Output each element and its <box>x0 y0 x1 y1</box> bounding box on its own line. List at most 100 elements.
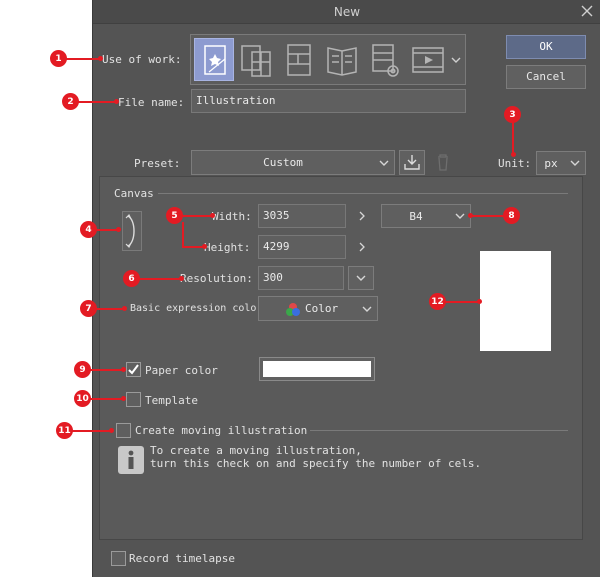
file-name-input[interactable]: Illustration <box>191 89 466 113</box>
rotate-orientation-icon <box>125 213 135 249</box>
chevron-down-icon <box>570 160 580 166</box>
annotation-dot <box>116 227 121 232</box>
resolution-input[interactable]: 300 <box>258 266 344 290</box>
paper-color-label: Paper color <box>145 364 218 377</box>
work-type-illustration[interactable] <box>194 38 234 81</box>
moving-info-line1: To create a moving illustration, <box>150 444 362 457</box>
book-icon <box>327 47 357 76</box>
checkmark-icon <box>128 364 139 375</box>
annotation-line <box>96 308 124 310</box>
expression-color-select[interactable]: Color <box>258 296 378 321</box>
size-preset-select[interactable]: B4 <box>381 204 471 228</box>
preset-value: Custom <box>263 156 303 169</box>
annotation-dot <box>98 56 103 61</box>
custom-settings-icon <box>372 44 399 77</box>
work-type-comic[interactable] <box>236 38 276 81</box>
section-divider <box>158 193 568 194</box>
file-name-label: File name: <box>118 96 185 109</box>
annotation-marker-5: 5 <box>166 207 183 224</box>
title-bar: New <box>93 0 600 24</box>
annotation-marker-3: 3 <box>504 106 521 123</box>
annotation-dot <box>210 213 215 218</box>
work-type-book[interactable] <box>322 38 362 81</box>
annotation-dot <box>477 299 482 304</box>
orientation-toggle[interactable] <box>122 211 142 251</box>
annotation-marker-11: 11 <box>56 422 73 439</box>
illustration-icon <box>204 45 226 75</box>
chevron-down-icon[interactable] <box>451 56 461 64</box>
paper-color-swatch[interactable] <box>259 357 375 381</box>
work-type-animation[interactable] <box>408 38 448 81</box>
chevron-down-icon <box>356 275 366 281</box>
moving-illustration-label: Create moving illustration <box>135 424 308 437</box>
height-label: Height: <box>204 241 251 254</box>
height-input[interactable]: 4299 <box>258 235 346 259</box>
cancel-button[interactable]: Cancel <box>506 65 586 89</box>
section-divider <box>310 430 568 431</box>
annotation-line <box>96 229 118 231</box>
annotation-line <box>470 215 506 217</box>
ok-button[interactable]: OK <box>506 35 586 59</box>
use-of-work-label: Use of work: <box>102 53 182 66</box>
width-input[interactable]: 3035 <box>258 204 346 228</box>
size-preset-value: B4 <box>409 209 423 223</box>
annotation-line <box>445 301 479 303</box>
annotation-marker-7: 7 <box>80 300 97 317</box>
annotation-line <box>182 246 204 248</box>
comic-page-icon <box>287 44 311 76</box>
annotation-line <box>182 215 212 217</box>
annotation-dot <box>121 396 126 401</box>
annotation-marker-4: 4 <box>80 221 97 238</box>
unit-label: Unit: <box>498 157 532 170</box>
annotation-marker-10: 10 <box>74 390 91 407</box>
template-label: Template <box>145 394 198 407</box>
annotation-line <box>66 58 100 60</box>
annotation-marker-9: 9 <box>74 361 91 378</box>
expression-color-label: Basic expression color: <box>130 303 269 314</box>
paper-color-checkbox[interactable] <box>126 362 141 377</box>
delete-preset-button[interactable] <box>430 150 456 175</box>
moving-info-line2: turn this check on and specify the numbe… <box>150 457 482 470</box>
canvas-preview <box>480 251 551 351</box>
annotation-line <box>90 369 124 371</box>
annotation-marker-1: 1 <box>50 50 67 67</box>
comic-icon <box>241 45 271 77</box>
chevron-right-icon[interactable] <box>358 242 366 252</box>
close-icon[interactable] <box>579 3 595 19</box>
preset-select[interactable]: Custom <box>191 150 395 175</box>
unit-select[interactable]: px <box>536 151 586 175</box>
annotation-dot <box>121 367 126 372</box>
annotation-dot <box>202 244 207 249</box>
record-timelapse-checkbox[interactable] <box>111 551 126 566</box>
annotation-dot <box>511 152 516 157</box>
register-preset-button[interactable] <box>399 150 425 175</box>
trash-icon <box>438 154 448 171</box>
unit-value: px <box>544 156 558 170</box>
annotation-dot <box>114 99 119 104</box>
annotation-marker-12: 12 <box>429 293 446 310</box>
annotation-line <box>78 101 116 103</box>
annotation-line <box>139 278 181 280</box>
color-mode-icon <box>286 303 300 316</box>
canvas-settings-panel: Canvas Width: 3035 B4 Height: 4299 Resol… <box>99 176 583 540</box>
chevron-right-icon[interactable] <box>358 211 366 221</box>
info-icon <box>118 446 144 474</box>
annotation-marker-6: 6 <box>123 270 140 287</box>
annotation-dot <box>109 428 114 433</box>
annotation-dot <box>468 213 473 218</box>
chevron-down-icon <box>455 213 465 219</box>
template-checkbox[interactable] <box>126 392 141 407</box>
annotation-line <box>182 222 184 248</box>
record-timelapse-label: Record timelapse <box>129 552 235 565</box>
annotation-line <box>90 398 124 400</box>
resolution-dropdown-button[interactable] <box>348 266 374 290</box>
save-preset-icon <box>404 155 420 170</box>
work-type-comic-page[interactable] <box>279 38 319 81</box>
annotation-line <box>72 430 112 432</box>
chevron-down-icon <box>379 160 389 166</box>
annotation-line <box>512 122 514 154</box>
canvas-section-label: Canvas <box>114 187 154 200</box>
work-type-custom[interactable] <box>365 38 405 81</box>
chevron-down-icon <box>362 306 372 312</box>
moving-illustration-checkbox[interactable] <box>116 423 131 438</box>
